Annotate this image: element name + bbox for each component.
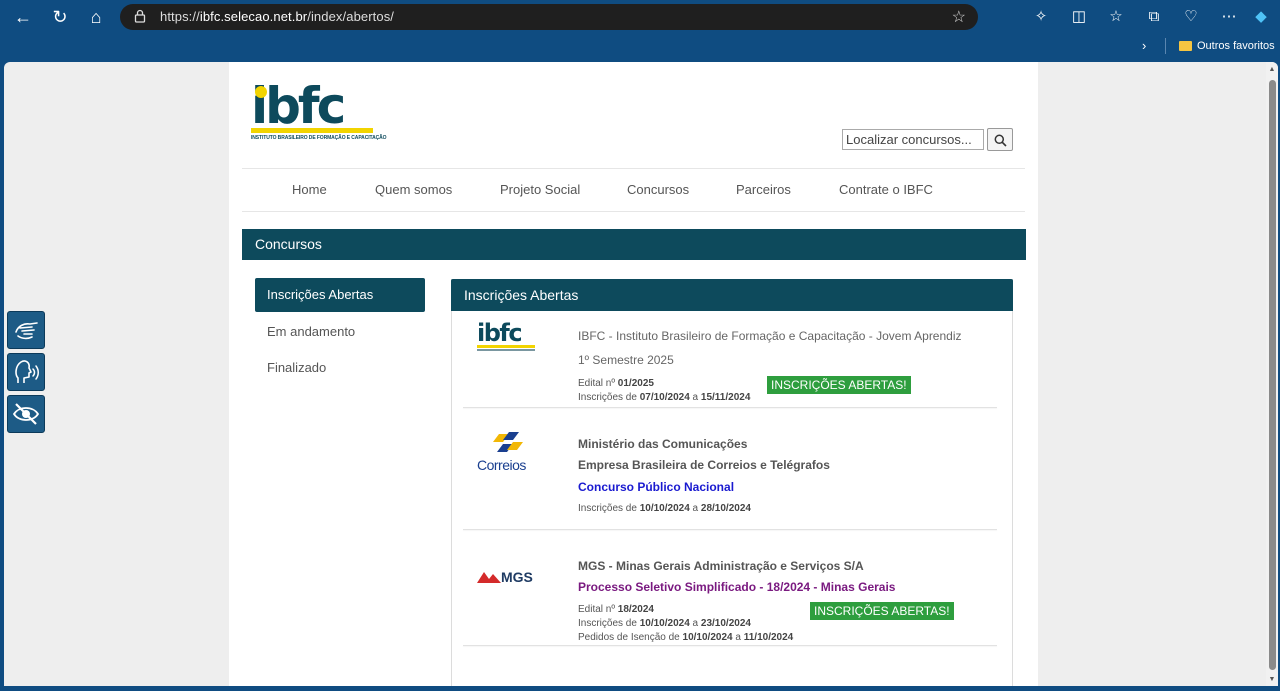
entry-org[interactable]: IBFC - Instituto Brasileiro de Formação … xyxy=(578,329,962,343)
folder-icon xyxy=(1179,41,1192,51)
scroll-up-icon[interactable]: ▲ xyxy=(1268,66,1276,74)
entry-company[interactable]: Empresa Brasileira de Correios e Telégra… xyxy=(578,458,830,472)
favorite-star-icon[interactable]: ☆ xyxy=(952,7,966,27)
voice-reader-icon xyxy=(15,360,39,383)
entry-edital: Edital nº 18/2024 xyxy=(578,604,654,615)
entry-edital: Edital nº 01/2025 xyxy=(578,378,654,389)
lock-icon[interactable] xyxy=(134,9,148,25)
high-contrast-button[interactable] xyxy=(7,395,45,433)
status-badge[interactable]: INSCRIÇÕES ABERTAS! xyxy=(810,602,954,620)
sign-language-icon xyxy=(15,322,38,340)
nav-concursos[interactable]: Concursos xyxy=(627,182,689,197)
high-contrast-icon xyxy=(12,403,40,425)
site-container: ibfc INSTITUTO BRASILEIRO DE FORMAÇÃO E … xyxy=(229,62,1038,686)
entry-divider xyxy=(463,529,997,530)
entry-org[interactable]: Ministério das Comunicações xyxy=(578,437,747,451)
split-screen-icon[interactable]: ◫ xyxy=(1069,6,1089,28)
ibfc-logo[interactable]: ibfc INSTITUTO BRASILEIRO DE FORMAÇÃO E … xyxy=(251,80,387,146)
nav-home[interactable]: Home xyxy=(292,182,327,197)
entry-divider xyxy=(463,407,997,408)
search-icon xyxy=(994,134,1007,147)
listing-header: Inscrições Abertas xyxy=(451,279,1013,311)
favorites-chevron-icon[interactable]: › xyxy=(1142,38,1146,53)
sidebar-item-inscricoes-abertas[interactable]: Inscrições Abertas xyxy=(255,278,425,312)
page-scrollbar[interactable]: ▲ ▼ xyxy=(1266,62,1278,686)
entry-inscricoes-dates: Inscrições de 10/10/2024 a 28/10/2024 xyxy=(578,503,751,514)
back-icon[interactable]: ← xyxy=(11,5,35,29)
entry-subtitle[interactable]: 1º Semestre 2025 xyxy=(578,353,674,367)
sidebar-item-em-andamento[interactable]: Em andamento xyxy=(267,324,355,339)
voice-reader-button[interactable] xyxy=(7,353,45,391)
scroll-down-icon[interactable]: ▼ xyxy=(1268,676,1276,684)
more-options-icon[interactable]: ⋯ xyxy=(1219,6,1239,28)
entry-logo-mgs[interactable]: MGS xyxy=(477,567,537,587)
entry-title-link[interactable]: Processo Seletivo Simplificado - 18/2024… xyxy=(578,580,895,594)
sidebar-item-finalizado[interactable]: Finalizado xyxy=(267,360,326,375)
search-input[interactable] xyxy=(842,129,984,150)
extensions-icon[interactable]: ✧ xyxy=(1031,6,1051,28)
entry-inscricoes-dates: Inscrições de 10/10/2024 a 23/10/2024 xyxy=(578,618,751,629)
collections-icon[interactable]: ⧉ xyxy=(1144,6,1164,28)
entry-logo-ibfc[interactable]: ibfc xyxy=(477,320,537,354)
browser-toolbar: ← ↻ ⌂ https://ibfc.selecao.net.br/index/… xyxy=(0,0,1280,62)
entry-isencao-dates: Pedidos de Isenção de 10/10/2024 a 11/10… xyxy=(578,632,794,643)
sign-language-button[interactable] xyxy=(7,311,45,349)
favorites-divider xyxy=(1165,38,1166,54)
search-button[interactable] xyxy=(987,128,1013,151)
correios-mark-icon xyxy=(493,432,523,452)
address-bar[interactable]: https://ibfc.selecao.net.br/index/aberto… xyxy=(120,4,978,30)
section-title: Concursos xyxy=(242,229,1026,260)
home-icon[interactable]: ⌂ xyxy=(84,5,108,29)
nav-projeto-social[interactable]: Projeto Social xyxy=(500,182,580,197)
entry-logo-correios[interactable]: Correios xyxy=(475,430,537,474)
entry-org[interactable]: MGS - Minas Gerais Administração e Servi… xyxy=(578,559,864,573)
entry-divider xyxy=(463,645,997,646)
copilot-icon[interactable]: ◆ xyxy=(1251,6,1271,28)
scroll-thumb[interactable] xyxy=(1269,80,1276,670)
main-nav: Home Quem somos Projeto Social Concursos… xyxy=(242,169,1025,211)
favorites-folder-label[interactable]: Outros favoritos xyxy=(1197,40,1275,52)
entry-title-link[interactable]: Concurso Público Nacional xyxy=(578,480,734,494)
favorites-icon[interactable]: ☆ xyxy=(1106,6,1126,28)
nav-quem-somos[interactable]: Quem somos xyxy=(375,182,452,197)
entry-inscricoes-dates: Inscrições de 07/10/2024 a 15/11/2024 xyxy=(578,392,751,403)
status-badge[interactable]: INSCRIÇÕES ABERTAS! xyxy=(767,376,911,394)
refresh-icon[interactable]: ↻ xyxy=(48,5,72,29)
browser-essentials-icon[interactable]: ♡ xyxy=(1181,6,1201,28)
url-text: https://ibfc.selecao.net.br/index/aberto… xyxy=(160,9,395,24)
mgs-mark-icon xyxy=(477,572,501,583)
nav-parceiros[interactable]: Parceiros xyxy=(736,182,791,197)
page-viewport: ibfc INSTITUTO BRASILEIRO DE FORMAÇÃO E … xyxy=(4,62,1278,686)
nav-contrate[interactable]: Contrate o IBFC xyxy=(839,182,933,197)
